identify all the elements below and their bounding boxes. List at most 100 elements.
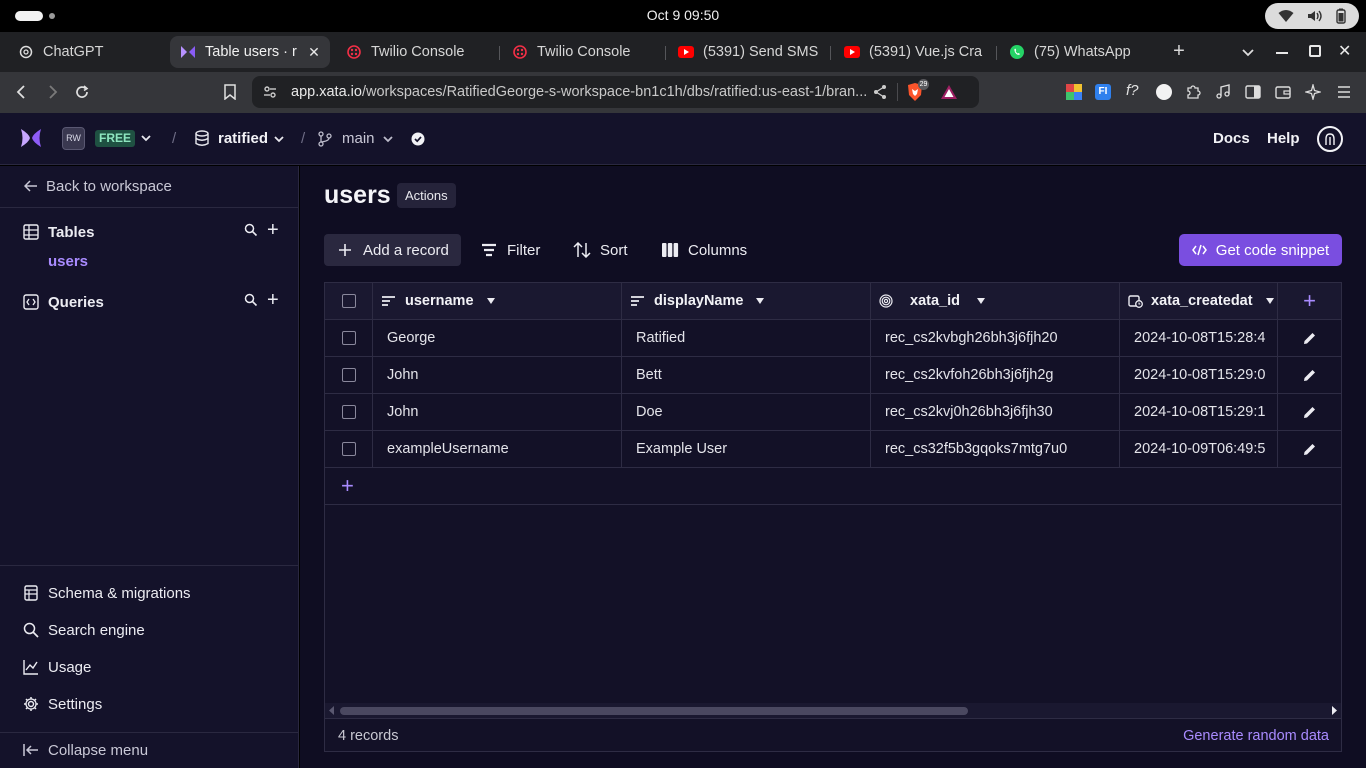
new-tab-button[interactable]: + — [1170, 41, 1188, 61]
row-checkbox[interactable] — [341, 405, 356, 419]
minimize-window-button[interactable] — [1276, 52, 1288, 54]
sidebar-section-tables[interactable]: Tables — [0, 223, 94, 241]
back-arrow-icon[interactable] — [10, 80, 34, 104]
pencil-edit-icon[interactable] — [1302, 405, 1317, 420]
sidebar-section-queries[interactable]: Queries — [0, 293, 104, 311]
actions-button[interactable]: Actions — [397, 183, 456, 208]
column-header-xata-createdat[interactable]: xata_createdat — [1120, 283, 1278, 320]
cell-username[interactable]: John — [373, 357, 622, 394]
sort-button[interactable]: Sort — [573, 234, 628, 266]
pencil-edit-icon[interactable] — [1302, 331, 1317, 346]
search-tables-icon[interactable] — [244, 223, 258, 237]
add-table-button[interactable]: + — [267, 219, 279, 242]
column-menu-caret-icon[interactable] — [1265, 297, 1275, 305]
column-header-displayname[interactable]: displayName — [622, 283, 871, 320]
add-column-button[interactable]: + — [1303, 288, 1316, 314]
search-queries-icon[interactable] — [244, 293, 258, 307]
scroll-left-icon[interactable] — [328, 706, 336, 715]
sidebar-item-users[interactable]: users — [48, 253, 88, 270]
get-code-snippet-button[interactable]: Get code snippet — [1179, 234, 1342, 266]
row-checkbox[interactable] — [341, 368, 356, 382]
row-checkbox[interactable] — [341, 442, 356, 456]
select-all-checkbox[interactable] — [341, 294, 356, 308]
cell-xata-createdat[interactable]: 2024-10-08T15:29:0 — [1120, 357, 1278, 394]
forward-arrow-icon[interactable] — [40, 80, 64, 104]
cell-displayname[interactable]: Bett — [622, 357, 871, 394]
sidebar-item-settings[interactable]: Settings — [0, 695, 102, 713]
scrollbar-thumb[interactable] — [340, 707, 968, 715]
database-chevron-down-icon[interactable] — [272, 132, 286, 146]
system-clock[interactable]: Oct 9 09:50 — [0, 7, 1366, 23]
address-bar[interactable]: app.xata.io/workspaces/RatifiedGeorge-s-… — [252, 76, 979, 108]
extension-fi-icon[interactable]: FI — [1095, 84, 1111, 100]
xata-logo-icon[interactable] — [20, 128, 42, 148]
workspace-chevron-down-icon[interactable] — [139, 131, 153, 145]
cell-username[interactable]: George — [373, 320, 622, 357]
cell-username[interactable]: exampleUsername — [373, 431, 622, 468]
tab-twilio-1[interactable]: Twilio Console — [338, 36, 498, 68]
user-avatar[interactable] — [1317, 126, 1343, 152]
system-tray[interactable] — [1265, 3, 1359, 29]
leo-ai-sparkle-icon[interactable] — [1305, 84, 1321, 100]
pencil-edit-icon[interactable] — [1302, 368, 1317, 383]
cell-xata-createdat[interactable]: 2024-10-09T06:49:5 — [1120, 431, 1278, 468]
close-window-button[interactable]: ✕ — [1338, 41, 1351, 61]
column-menu-caret-icon[interactable] — [486, 297, 496, 305]
add-query-button[interactable]: + — [267, 289, 279, 312]
cell-xata-id[interactable]: rec_cs2kvj0h26bh3j6fjh30 — [871, 394, 1120, 431]
cell-displayname[interactable]: Ratified — [622, 320, 871, 357]
pencil-edit-icon[interactable] — [1302, 442, 1317, 457]
maximize-window-button[interactable] — [1309, 45, 1321, 57]
extension-palette-icon[interactable] — [1066, 84, 1082, 100]
database-selector[interactable]: ratified — [218, 130, 268, 147]
back-to-workspace-link[interactable]: Back to workspace — [0, 177, 172, 195]
browser-menu-icon[interactable] — [1336, 84, 1352, 100]
sidebar-item-schema[interactable]: Schema & migrations — [0, 584, 191, 602]
tab-twilio-2[interactable]: Twilio Console — [504, 36, 664, 68]
cell-xata-createdat[interactable]: 2024-10-08T15:28:4 — [1120, 320, 1278, 357]
column-menu-caret-icon[interactable] — [976, 297, 986, 305]
reload-icon[interactable] — [70, 80, 94, 104]
close-tab-icon[interactable]: ✕ — [306, 44, 322, 60]
cell-xata-id[interactable]: rec_cs2kvfoh26bh3j6fjh2g — [871, 357, 1120, 394]
tab-list-dropdown-icon[interactable] — [1240, 44, 1256, 60]
column-menu-caret-icon[interactable] — [755, 297, 765, 305]
sidebar-toggle-icon[interactable] — [1245, 84, 1261, 100]
row-checkbox[interactable] — [341, 331, 356, 345]
branch-chevron-down-icon[interactable] — [381, 132, 395, 146]
collapse-menu-button[interactable]: Collapse menu — [0, 741, 148, 759]
share-icon[interactable] — [872, 84, 888, 100]
tab-xata-users[interactable]: Table users · r ✕ — [170, 36, 330, 68]
horizontal-scrollbar[interactable] — [325, 703, 1341, 718]
cell-displayname[interactable]: Doe — [622, 394, 871, 431]
extensions-puzzle-icon[interactable] — [1185, 84, 1201, 100]
cell-displayname[interactable]: Example User — [622, 431, 871, 468]
cell-username[interactable]: John — [373, 394, 622, 431]
extension-circle-icon[interactable] — [1156, 84, 1172, 100]
cell-xata-id[interactable]: rec_cs32f5b3gqoks7mtg7u0 — [871, 431, 1120, 468]
tab-whatsapp[interactable]: (75) WhatsApp — [1001, 36, 1156, 68]
tab-youtube-sms[interactable]: (5391) Send SMS — [670, 36, 825, 68]
media-music-icon[interactable] — [1215, 84, 1231, 100]
sidebar-item-search-engine[interactable]: Search engine — [0, 621, 145, 639]
bookmark-icon[interactable] — [218, 80, 242, 104]
help-link[interactable]: Help — [1267, 130, 1300, 147]
columns-button[interactable]: Columns — [661, 234, 747, 266]
brave-rewards-icon[interactable] — [940, 84, 958, 100]
tab-chatgpt[interactable]: ChatGPT — [10, 36, 165, 68]
workspace-avatar[interactable]: RW — [62, 127, 85, 150]
add-record-button[interactable]: Add a record — [324, 234, 461, 266]
wallet-icon[interactable] — [1275, 84, 1291, 100]
tab-youtube-vue[interactable]: (5391) Vue.js Cra — [836, 36, 991, 68]
cell-xata-id[interactable]: rec_cs2kvbgh26bh3j6fjh20 — [871, 320, 1120, 357]
site-settings-icon[interactable] — [262, 84, 278, 100]
docs-link[interactable]: Docs — [1213, 130, 1250, 147]
column-header-username[interactable]: username — [373, 283, 622, 320]
column-header-xata-id[interactable]: xata_id — [871, 283, 1120, 320]
generate-random-data-link[interactable]: Generate random data — [1183, 728, 1329, 744]
extension-formula-icon[interactable]: f? — [1126, 82, 1139, 99]
sidebar-item-usage[interactable]: Usage — [0, 658, 91, 676]
add-row-button[interactable]: + — [341, 473, 354, 499]
cell-xata-createdat[interactable]: 2024-10-08T15:29:1 — [1120, 394, 1278, 431]
scroll-right-icon[interactable] — [1330, 706, 1338, 715]
